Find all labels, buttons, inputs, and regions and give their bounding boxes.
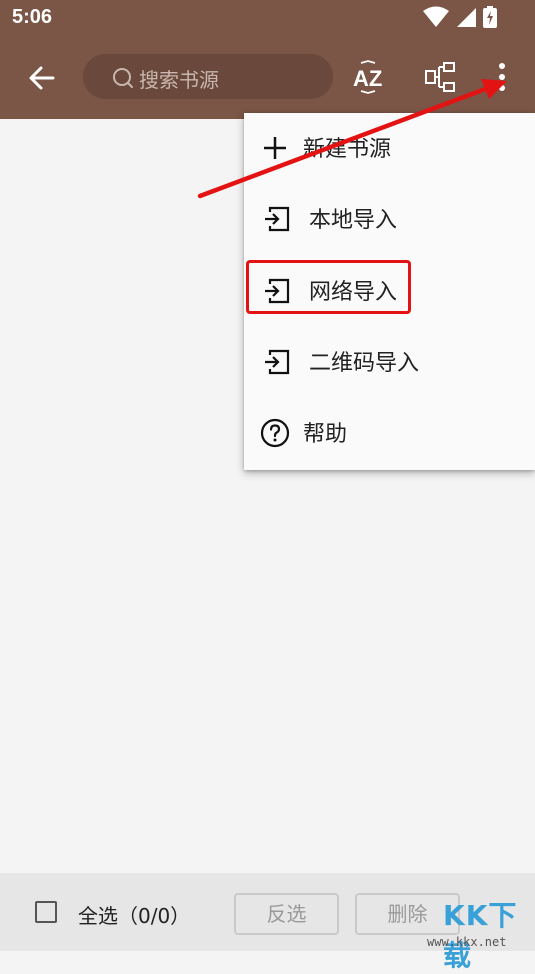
invert-selection-button[interactable]: 反选: [234, 893, 339, 935]
watermark-text: KK下载: [443, 899, 518, 972]
watermark-url: www.kkx.net: [427, 935, 507, 949]
annotation-arrow: [197, 79, 507, 199]
watermark: KK下载 www.kkx.net: [415, 890, 535, 972]
select-all-label: 全选（0/0）: [78, 904, 191, 928]
select-all-checkbox[interactable]: [35, 901, 57, 923]
